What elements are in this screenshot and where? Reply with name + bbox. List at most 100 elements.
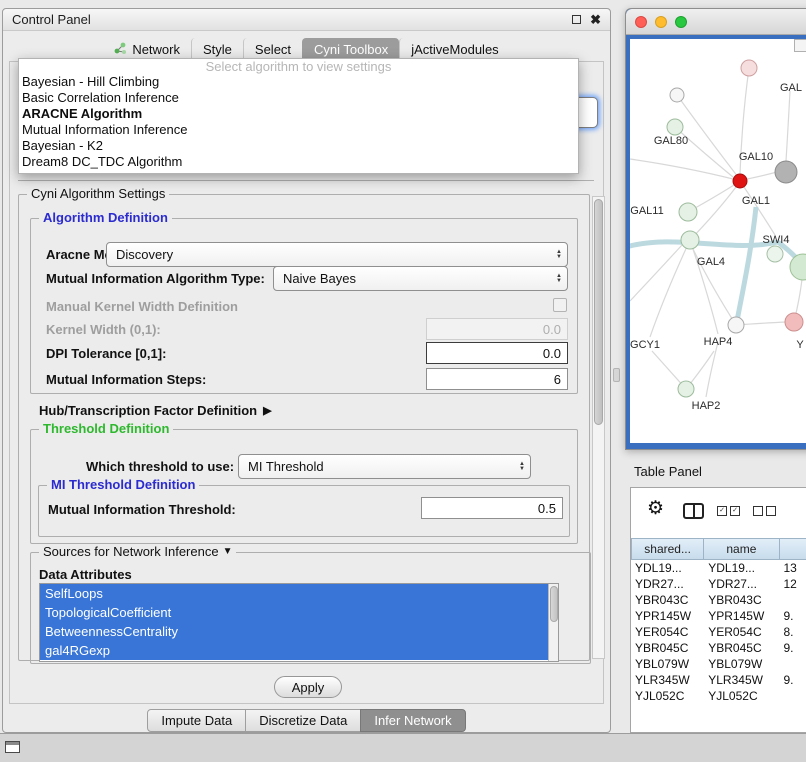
hidden-group-border xyxy=(18,180,594,181)
kernel-width-field[interactable]: 0.0 xyxy=(426,318,568,340)
network-window-titlebar[interactable] xyxy=(626,9,806,35)
network-edge[interactable] xyxy=(630,159,733,179)
sources-group-title[interactable]: Sources for Network Inference ▼ xyxy=(39,544,236,559)
network-node[interactable] xyxy=(790,254,806,280)
tab-impute-data[interactable]: Impute Data xyxy=(147,709,246,732)
table-row[interactable]: YER054CYER054C8. xyxy=(631,624,806,640)
dpi-tolerance-label: DPI Tolerance [0,1]: xyxy=(46,346,166,361)
deselect-all-icon[interactable] xyxy=(753,506,779,516)
kernel-width-value: 0.0 xyxy=(543,322,561,337)
column-header-name[interactable]: name xyxy=(704,538,779,560)
network-node[interactable] xyxy=(741,60,757,76)
algorithm-definition-title: Algorithm Definition xyxy=(39,210,172,225)
attribute-item-selected[interactable]: BetweennessCentrality xyxy=(40,622,548,641)
tab-cyni-toolbox-label: Cyni Toolbox xyxy=(314,42,388,57)
columns-icon[interactable] xyxy=(683,503,704,519)
network-node[interactable] xyxy=(785,313,803,331)
table-row[interactable]: YBR045CYBR045C9. xyxy=(631,640,806,656)
float-window-icon[interactable] xyxy=(572,15,581,24)
network-node[interactable] xyxy=(679,203,697,221)
dropdown-item[interactable]: Dream8 DC_TDC Algorithm xyxy=(19,154,578,170)
scrollbar-thumb[interactable] xyxy=(550,586,558,622)
dropdown-item[interactable]: Bayesian - K2 xyxy=(19,138,578,154)
table-row[interactable]: YBR043CYBR043C xyxy=(631,592,806,608)
gear-icon[interactable]: ⚙ xyxy=(647,499,664,518)
network-edge[interactable] xyxy=(690,240,718,334)
dpi-tolerance-field[interactable]: 0.0 xyxy=(426,342,568,364)
attribute-item-selected[interactable]: SelfLoops xyxy=(40,584,548,603)
network-node[interactable] xyxy=(670,88,684,102)
network-node[interactable] xyxy=(728,317,744,333)
tab-style-label: Style xyxy=(203,42,232,57)
network-node[interactable] xyxy=(667,119,683,135)
attribute-item-selected[interactable]: gal4RGexp xyxy=(40,641,548,660)
table-row[interactable]: YBL079WYBL079W xyxy=(631,656,806,672)
manual-kernel-width-label: Manual Kernel Width Definition xyxy=(46,299,238,314)
mac-zoom-button[interactable] xyxy=(675,16,687,28)
mac-minimize-button[interactable] xyxy=(655,16,667,28)
network-edge[interactable] xyxy=(630,245,682,301)
network-node[interactable] xyxy=(733,174,747,188)
dropdown-item[interactable]: Basic Correlation Inference xyxy=(19,90,578,106)
network-node[interactable] xyxy=(767,246,783,262)
mi-steps-label: Mutual Information Steps: xyxy=(46,372,206,387)
panel-toggle-icon[interactable] xyxy=(5,741,20,753)
network-canvas-svg[interactable]: GAL80GAL10GAL11GAL1SWI4GAL4GCY1HAP4YHAP2… xyxy=(630,39,806,439)
network-node[interactable] xyxy=(775,161,797,183)
algorithm-dropdown-list: Select algorithm to view settings Bayesi… xyxy=(18,58,579,174)
aracne-mode-combo[interactable]: Discovery ▲▼ xyxy=(106,242,568,267)
table-row[interactable]: YDL19...YDL19...13 xyxy=(631,560,806,576)
network-edge[interactable] xyxy=(786,91,790,161)
mac-close-button[interactable] xyxy=(635,16,647,28)
attribute-list-scrollbar[interactable] xyxy=(548,584,559,661)
table-row[interactable]: YPR145WYPR145W9. xyxy=(631,608,806,624)
combo-arrows-icon: ▲▼ xyxy=(551,274,567,284)
hub-tf-definition-label: Hub/Transcription Factor Definition xyxy=(39,403,257,418)
window-title: Control Panel xyxy=(12,12,91,27)
column-header-shared-name[interactable]: shared... xyxy=(631,538,704,560)
manual-kernel-width-checkbox[interactable] xyxy=(553,298,567,312)
network-edge[interactable] xyxy=(747,172,777,179)
mi-steps-field[interactable]: 6 xyxy=(426,368,568,390)
network-node-label: GAL80 xyxy=(654,135,688,147)
attribute-item-selected[interactable]: TopologicalCoefficient xyxy=(40,603,548,622)
select-all-icon[interactable]: ✓✓ xyxy=(717,506,743,516)
which-threshold-label: Which threshold to use: xyxy=(86,459,234,474)
settings-scrollbar-thumb[interactable] xyxy=(594,199,603,425)
network-edge[interactable] xyxy=(706,342,718,397)
table-body: YDL19...YDL19...13 YDR27...YDR27...12 YB… xyxy=(631,560,806,704)
tab-infer-network[interactable]: Infer Network xyxy=(360,709,465,732)
network-edge[interactable] xyxy=(630,242,778,247)
table-row[interactable]: YDR27...YDR27...12 xyxy=(631,576,806,592)
mi-algo-type-label: Mutual Information Algorithm Type: xyxy=(46,271,265,286)
network-edge[interactable] xyxy=(737,207,756,321)
control-panel-titlebar[interactable]: Control Panel ✖ xyxy=(3,9,610,31)
which-threshold-combo[interactable]: MI Threshold ▲▼ xyxy=(238,454,531,479)
network-node[interactable] xyxy=(681,231,699,249)
dropdown-item[interactable]: Mutual Information Inference xyxy=(19,122,578,138)
close-icon[interactable]: ✖ xyxy=(590,13,601,26)
bottom-tabbar: Impute Data Discretize Data Infer Networ… xyxy=(3,709,610,732)
tab-network-label: Network xyxy=(132,42,180,57)
tab-discretize-data[interactable]: Discretize Data xyxy=(245,709,361,732)
which-threshold-value: MI Threshold xyxy=(248,459,324,474)
network-node-label: HAP4 xyxy=(704,336,733,348)
apply-button[interactable]: Apply xyxy=(274,676,342,698)
expanded-arrow-icon: ▼ xyxy=(223,546,233,557)
mi-algo-type-combo[interactable]: Naive Bayes ▲▼ xyxy=(273,266,568,291)
network-node-label: SWI4 xyxy=(763,234,790,246)
mi-threshold-field[interactable]: 0.5 xyxy=(421,497,563,519)
dropdown-item[interactable]: Bayesian - Hill Climbing xyxy=(19,74,578,90)
table-row[interactable]: YLR345WYLR345W9. xyxy=(631,672,806,688)
network-node[interactable] xyxy=(678,381,694,397)
dropdown-item-selected[interactable]: ARACNE Algorithm xyxy=(19,106,578,122)
table-row[interactable]: YJL052CYJL052C xyxy=(631,688,806,704)
settings-scrollbar[interactable] xyxy=(592,196,605,659)
network-canvas[interactable]: GAL80GAL10GAL11GAL1SWI4GAL4GCY1HAP4YHAP2… xyxy=(630,39,806,443)
column-header-partial[interactable] xyxy=(780,538,806,560)
splitter-handle[interactable] xyxy=(613,368,620,382)
table-panel: ⚙ ✓✓ shared... name YDL19...YDL19...13 Y… xyxy=(630,487,806,733)
table-toolbar: ⚙ ✓✓ xyxy=(631,488,806,536)
network-edge[interactable] xyxy=(650,240,690,337)
hub-tf-definition-toggle[interactable]: Hub/Transcription Factor Definition ▶ xyxy=(39,403,272,418)
